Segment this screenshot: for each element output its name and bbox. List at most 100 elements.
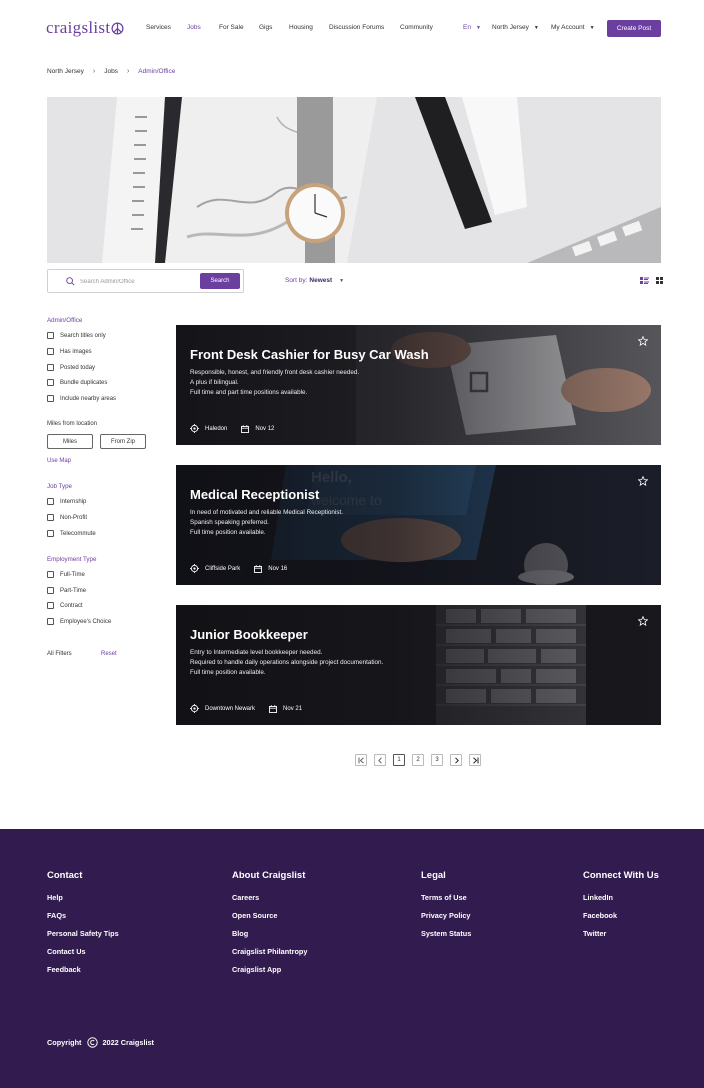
checkbox[interactable] <box>47 514 54 521</box>
checkbox[interactable] <box>47 530 54 537</box>
listing-meta: Haledon Nov 12 <box>190 424 274 433</box>
footer-link-terms[interactable]: Terms of Use <box>421 893 471 911</box>
footer-link-open-source[interactable]: Open Source <box>232 911 307 929</box>
sort-dropdown[interactable]: Sort by: Newest ▼ <box>285 277 344 284</box>
footer-link-linkedin[interactable]: LinkedIn <box>583 893 659 911</box>
checkbox[interactable] <box>47 348 54 355</box>
checkbox[interactable] <box>47 618 54 625</box>
filter-label: Bundle duplicates <box>60 379 108 386</box>
nav-for-sale[interactable]: For Sale <box>219 24 244 31</box>
filter-internship[interactable]: Internship <box>47 498 86 505</box>
last-page-button[interactable] <box>469 754 481 766</box>
filter-bundle-duplicates[interactable]: Bundle duplicates <box>47 379 107 386</box>
footer-link-help[interactable]: Help <box>47 893 119 911</box>
footer-link-careers[interactable]: Careers <box>232 893 307 911</box>
footer-about: About Craigslist Careers Open Source Blo… <box>232 870 307 983</box>
footer-link-contact-us[interactable]: Contact Us <box>47 947 119 965</box>
filter-search-titles-only[interactable]: Search titles only <box>47 332 106 339</box>
star-icon[interactable] <box>638 336 648 346</box>
checkbox[interactable] <box>47 587 54 594</box>
employment-type-title: Employment Type <box>47 556 97 563</box>
account-dropdown[interactable]: My Account ▼ <box>551 24 595 31</box>
listing-title[interactable]: Medical Receptionist <box>190 487 319 502</box>
list-view-icon[interactable] <box>640 277 649 284</box>
footer-connect: Connect With Us LinkedIn Facebook Twitte… <box>583 870 659 947</box>
listing-title[interactable]: Junior Bookkeeper <box>190 627 308 642</box>
copyright: Copyright 2022 Craigslist <box>47 1037 154 1048</box>
listing-meta: Cliffside Park Nov 16 <box>190 564 287 573</box>
filter-posted-today[interactable]: Posted today <box>47 364 95 371</box>
checkbox[interactable] <box>47 332 54 339</box>
listing-description: Entry to Intermediate level bookkeeper n… <box>190 648 383 678</box>
footer-link-safety-tips[interactable]: Personal Safety Tips <box>47 929 119 947</box>
footer-link-app[interactable]: Craigslist App <box>232 965 307 983</box>
footer-link-philantropy[interactable]: Craigslist Philantropy <box>232 947 307 965</box>
listing-title[interactable]: Front Desk Cashier for Busy Car Wash <box>190 347 429 362</box>
location-dropdown[interactable]: North Jersey ▼ <box>492 24 539 31</box>
footer-link-facebook[interactable]: Facebook <box>583 911 659 929</box>
filter-employees-choice[interactable]: Employee's Choice <box>47 618 111 625</box>
filter-has-images[interactable]: Has images <box>47 348 92 355</box>
listing-card[interactable]: Front Desk Cashier for Busy Car Wash Res… <box>176 325 661 445</box>
nav-jobs[interactable]: Jobs <box>187 24 201 31</box>
filter-telecommute[interactable]: Telecommute <box>47 530 96 537</box>
location-label: North Jersey <box>492 24 529 31</box>
description-line: Full time position available. <box>190 529 266 536</box>
breadcrumb-region[interactable]: North Jersey <box>47 68 84 75</box>
calendar-icon <box>269 704 277 713</box>
page-button-2[interactable]: 2 <box>412 754 424 766</box>
filter-include-nearby[interactable]: Include nearby areas <box>47 395 116 402</box>
chevron-down-icon: ▼ <box>475 24 481 31</box>
filter-non-profit[interactable]: Non-Profit <box>47 514 87 521</box>
logo[interactable]: craigslist <box>46 18 124 38</box>
checkbox[interactable] <box>47 364 54 371</box>
create-post-button[interactable]: Create Post <box>607 20 661 37</box>
breadcrumb-jobs[interactable]: Jobs <box>104 68 118 75</box>
nav-discussion-forums[interactable]: Discussion Forums <box>329 24 384 31</box>
checkbox[interactable] <box>47 498 54 505</box>
all-filters-label[interactable]: All Filters <box>47 651 72 657</box>
nav-community[interactable]: Community <box>400 24 433 31</box>
footer-link-faqs[interactable]: FAQs <box>47 911 119 929</box>
search-icon <box>66 277 75 286</box>
footer-heading: About Craigslist <box>232 870 306 881</box>
category-title: Admin/Office <box>47 317 83 324</box>
checkbox[interactable] <box>47 571 54 578</box>
miles-input[interactable]: Miles <box>47 434 93 449</box>
footer-link-privacy[interactable]: Privacy Policy <box>421 911 471 929</box>
filter-part-time[interactable]: Part-Time <box>47 587 86 594</box>
next-page-button[interactable] <box>450 754 462 766</box>
listing-card[interactable]: Hello, welcome to Medical Receptionist I… <box>176 465 661 585</box>
prev-page-button[interactable] <box>374 754 386 766</box>
chevron-down-icon: ▼ <box>339 277 345 284</box>
nav-housing[interactable]: Housing <box>289 24 313 31</box>
footer-link-status[interactable]: System Status <box>421 929 471 947</box>
nav-gigs[interactable]: Gigs <box>259 24 272 31</box>
use-map-link[interactable]: Use Map <box>47 458 71 464</box>
nav-services[interactable]: Services <box>146 24 171 31</box>
filter-contract[interactable]: Contract <box>47 602 83 609</box>
language-dropdown[interactable]: En ▼ <box>463 24 481 31</box>
account-label: My Account <box>551 24 585 31</box>
listing-card[interactable]: Junior Bookkeeper Entry to Intermediate … <box>176 605 661 725</box>
search-input[interactable] <box>80 275 198 288</box>
grid-view-icon[interactable] <box>656 277 663 284</box>
reset-link[interactable]: Reset <box>101 651 117 657</box>
filter-full-time[interactable]: Full-Time <box>47 571 85 578</box>
checkbox[interactable] <box>47 602 54 609</box>
first-page-button[interactable] <box>355 754 367 766</box>
footer-link-blog[interactable]: Blog <box>232 929 307 947</box>
listing-date: Nov 12 <box>255 425 275 432</box>
zip-input[interactable]: From Zip <box>100 434 146 449</box>
footer-link-twitter[interactable]: Twitter <box>583 929 659 947</box>
location-pin-icon <box>190 424 199 433</box>
star-icon[interactable] <box>638 616 648 626</box>
star-icon[interactable] <box>638 476 648 486</box>
search-button[interactable]: Search <box>200 273 240 289</box>
checkbox[interactable] <box>47 379 54 386</box>
calendar-icon <box>241 424 250 433</box>
footer-link-feedback[interactable]: Feedback <box>47 965 119 983</box>
page-button-1[interactable]: 1 <box>393 754 405 766</box>
page-button-3[interactable]: 3 <box>431 754 443 766</box>
checkbox[interactable] <box>47 395 54 402</box>
